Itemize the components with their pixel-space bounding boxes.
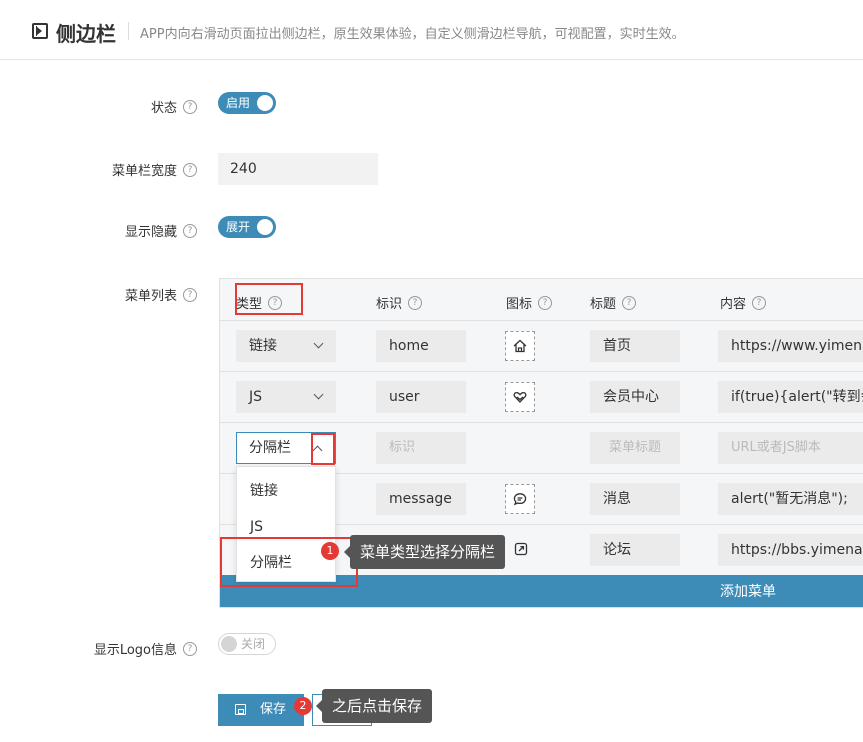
chat-icon[interactable]	[505, 484, 535, 514]
help-icon[interactable]: ?	[183, 641, 197, 656]
col-header-icon-text: 图标	[506, 297, 533, 312]
visibility-toggle[interactable]: 展开	[218, 216, 276, 238]
content-input[interactable]: alert("暂无消息");	[718, 483, 863, 515]
row-divider	[220, 320, 863, 321]
visibility-label-text: 显示隐藏	[124, 225, 177, 240]
chevron-down-icon	[313, 389, 324, 400]
visibility-toggle-text: 展开	[226, 220, 251, 234]
help-icon[interactable]: ?	[183, 162, 197, 177]
annotation-tooltip-1: 菜单类型选择分隔栏	[343, 535, 506, 569]
title-input[interactable]: 论坛	[590, 534, 680, 566]
content-input[interactable]: https://www.yimenap	[718, 330, 863, 362]
dropdown-option-link[interactable]: 链接	[237, 473, 335, 509]
save-button[interactable]: 保存	[218, 694, 304, 726]
external-link-icon[interactable]	[508, 536, 534, 562]
help-icon[interactable]: ?	[752, 295, 767, 310]
col-header-id-text: 标识	[376, 297, 403, 312]
page-header: 侧边栏 APP内向右滑动页面拉出侧边栏，原生效果体验，自定义侧滑边栏导航，可视配…	[0, 0, 863, 60]
add-menu-button-text: 添加菜单	[720, 584, 776, 600]
visibility-label: 显示隐藏?	[125, 221, 197, 240]
annotation-badge-1: 1	[321, 542, 339, 560]
status-label: 状态?	[151, 97, 197, 116]
logo-toggle-text: 关闭	[241, 637, 266, 651]
toggle-knob	[257, 219, 273, 235]
logo-label-text: 显示Logo信息	[93, 643, 177, 658]
menu-list-label: 菜单列表?	[125, 285, 197, 304]
col-header-content: 内容?	[720, 293, 767, 312]
home-icon[interactable]	[505, 331, 535, 361]
heart-icon[interactable]	[505, 382, 535, 412]
type-select-value: 分隔栏	[249, 440, 291, 456]
toggle-knob	[221, 636, 237, 652]
menu-list-label-text: 菜单列表	[124, 289, 177, 304]
help-icon[interactable]: ?	[183, 223, 197, 238]
status-toggle[interactable]: 启用	[218, 92, 276, 114]
help-icon[interactable]: ?	[183, 287, 197, 302]
col-header-title: 标题?	[590, 293, 637, 312]
toggle-knob	[257, 95, 273, 111]
page-title: 侧边栏	[56, 22, 116, 46]
help-icon[interactable]: ?	[538, 295, 553, 310]
title-divider	[128, 22, 129, 40]
highlight-separator-option	[220, 537, 358, 587]
type-select-value: JS	[249, 389, 263, 405]
title-input[interactable]: 会员中心	[590, 381, 680, 413]
save-icon	[235, 704, 246, 715]
row-divider	[220, 371, 863, 372]
type-select[interactable]: 链接	[236, 330, 336, 362]
title-input[interactable]: 消息	[590, 483, 680, 515]
width-label: 菜单栏宽度?	[112, 160, 197, 179]
title-input-placeholder[interactable]: 菜单标题	[590, 432, 680, 464]
status-toggle-text: 启用	[226, 96, 251, 110]
col-header-title-text: 标题	[590, 297, 617, 312]
id-input-placeholder[interactable]: 标识	[376, 432, 466, 464]
col-header-content-text: 内容	[720, 297, 747, 312]
content-input[interactable]: if(true){alert("转到会	[718, 381, 863, 413]
type-select[interactable]: JS	[236, 381, 336, 413]
id-input[interactable]: message	[376, 483, 466, 515]
id-input[interactable]: home	[376, 330, 466, 362]
annotation-tooltip-2: 之后点击保存	[315, 689, 433, 723]
highlight-type-header	[235, 283, 303, 315]
status-label-text: 状态	[150, 101, 177, 116]
id-input[interactable]: user	[376, 381, 466, 413]
sidebar-play-icon	[32, 23, 48, 39]
content-input[interactable]: https://bbs.yimenapp	[718, 534, 863, 566]
logo-toggle[interactable]: 关闭	[218, 633, 276, 655]
annotation-badge-2: 2	[294, 697, 312, 715]
help-icon[interactable]: ?	[183, 99, 197, 114]
highlight-select-arrow	[311, 433, 335, 465]
type-select-value: 链接	[249, 338, 277, 354]
help-icon[interactable]: ?	[622, 295, 637, 310]
save-button-text: 保存	[260, 702, 287, 717]
width-label-text: 菜单栏宽度	[111, 164, 177, 179]
logo-label: 显示Logo信息?	[94, 639, 197, 658]
help-icon[interactable]: ?	[408, 295, 423, 310]
col-header-icon: 图标?	[506, 293, 553, 312]
content-input-placeholder[interactable]: URL或者JS脚本	[718, 432, 863, 464]
chevron-down-icon	[313, 338, 324, 349]
page-description: APP内向右滑动页面拉出侧边栏，原生效果体验，自定义侧滑边栏导航，可视配置，实时…	[140, 27, 685, 42]
menu-width-input[interactable]: 240	[218, 153, 378, 185]
title-input[interactable]: 首页	[590, 330, 680, 362]
row-divider	[220, 422, 863, 423]
col-header-id: 标识?	[376, 293, 423, 312]
